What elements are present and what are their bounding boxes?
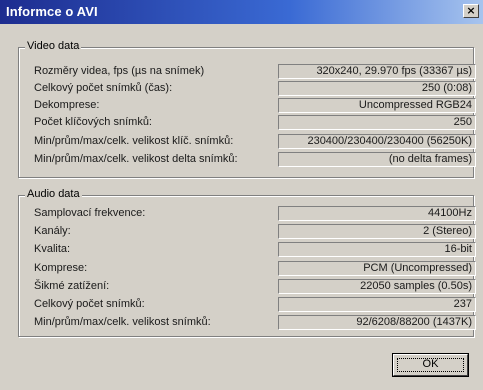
row-label: Šikmé zatížení: xyxy=(34,280,110,292)
video-data-legend: Video data xyxy=(25,40,82,52)
close-icon: × xyxy=(466,4,476,17)
row-label: Celkový počet snímků (čas): xyxy=(34,82,173,94)
row-value: 44100Hz xyxy=(278,206,476,221)
close-button[interactable]: × xyxy=(463,4,479,18)
row-value: 16-bit xyxy=(278,242,476,257)
row-label: Kanály: xyxy=(34,225,71,237)
row-label: Min/prům/max/celk. velikost klíč. snímků… xyxy=(34,135,234,147)
row-label: Počet klíčových snímků: xyxy=(34,116,152,128)
row-value: 2 (Stereo) xyxy=(278,224,476,239)
row-label: Dekomprese: xyxy=(34,99,100,111)
row-label: Celkový počet snímků: xyxy=(34,298,145,310)
row-label: Rozměry videa, fps (µs na snímek) xyxy=(34,65,205,77)
focus-rect xyxy=(397,358,464,372)
row-value: 237 xyxy=(278,297,476,312)
row-value: 250 xyxy=(278,115,476,130)
audio-data-legend: Audio data xyxy=(25,188,82,200)
row-label: Min/prům/max/celk. velikost delta snímků… xyxy=(34,153,238,165)
window-title: Informce o AVI xyxy=(6,4,98,19)
row-value: 250 (0:08) xyxy=(278,81,476,96)
row-value: (no delta frames) xyxy=(278,152,476,167)
row-value: 320x240, 29.970 fps (33367 µs) xyxy=(278,64,476,79)
row-label: Komprese: xyxy=(34,262,88,274)
ok-button[interactable]: OK xyxy=(392,353,469,377)
row-label: Kvalita: xyxy=(34,243,71,255)
row-value: 230400/230400/230400 (56250K) xyxy=(278,134,476,149)
avi-info-dialog: Informce o AVI × Video data Rozměry vide… xyxy=(0,0,483,390)
row-label: Min/prům/max/celk. velikost snímků: xyxy=(34,316,211,328)
title-bar[interactable]: Informce o AVI × xyxy=(0,0,483,24)
row-value: Uncompressed RGB24 xyxy=(278,98,476,113)
row-label: Samplovací frekvence: xyxy=(34,207,146,219)
row-value: 92/6208/88200 (1437K) xyxy=(278,315,476,330)
row-value: 22050 samples (0.50s) xyxy=(278,279,476,294)
row-value: PCM (Uncompressed) xyxy=(278,261,476,276)
